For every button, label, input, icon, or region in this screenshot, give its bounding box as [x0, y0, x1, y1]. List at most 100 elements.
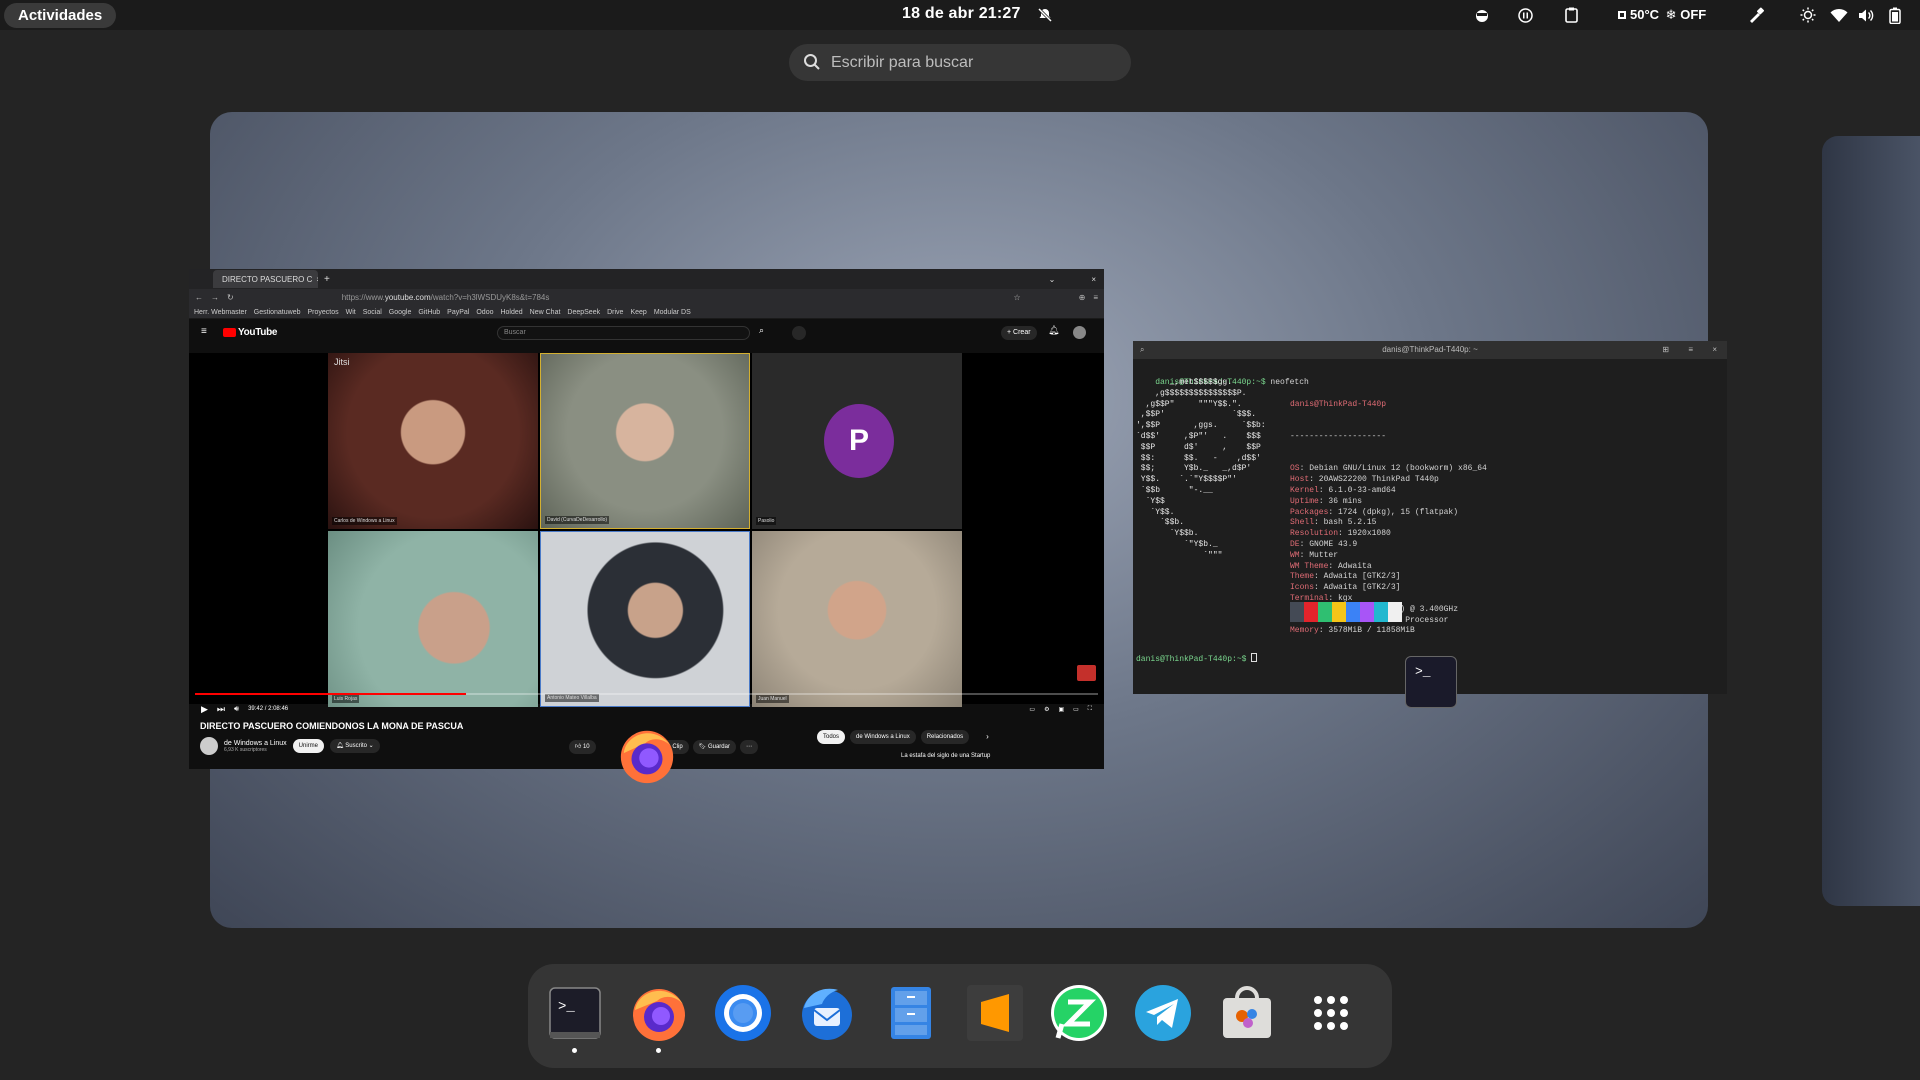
video-player[interactable]: Jitsi Carlos de Windows a Linux David (C…: [189, 353, 1104, 707]
menu-icon[interactable]: ≡: [1093, 293, 1098, 302]
activities-button[interactable]: Actividades: [4, 3, 117, 28]
next-icon[interactable]: ⏭: [217, 704, 225, 715]
show-apps-grid-icon[interactable]: [1298, 980, 1364, 1046]
related-video-title[interactable]: La estafa del siglo de una Startup: [901, 753, 990, 759]
bookmark-item[interactable]: Holded: [500, 309, 522, 316]
youtube-wordmark: YouTube: [238, 327, 278, 338]
terminal-output[interactable]: danis@ThinkPad-T440p:~$ neofetch _,met$$…: [1136, 367, 1726, 664]
volume-icon[interactable]: 🔊︎: [234, 704, 239, 714]
whatsapp-app-icon[interactable]: [1046, 980, 1112, 1046]
terminal-title: danis@ThinkPad-T440p: ~: [1382, 345, 1478, 354]
temperature-indicator[interactable]: 50°C ❄ OFF: [1630, 7, 1706, 23]
new-tab-button[interactable]: +: [324, 274, 330, 285]
channel-name[interactable]: de Windows a Linux: [224, 740, 287, 747]
miniplayer-icon[interactable]: ▣: [1058, 706, 1064, 713]
next-workspace-thumbnail[interactable]: [1822, 136, 1920, 906]
neofetch-key: Resolution: [1290, 529, 1339, 539]
cpu-icon: [1616, 6, 1628, 24]
bookmark-item[interactable]: Social: [363, 309, 382, 316]
brightness-icon[interactable]: [1800, 6, 1816, 24]
notifications-icon[interactable]: 🔔︎: [1048, 325, 1059, 336]
more-actions-button[interactable]: ⋯: [739, 740, 758, 754]
close-window-button[interactable]: ×: [1091, 275, 1096, 284]
create-button[interactable]: + Crear: [1001, 326, 1037, 340]
channel-avatar[interactable]: [200, 737, 218, 755]
pause-icon[interactable]: [1518, 6, 1533, 24]
participant-name: Pasolio: [756, 517, 777, 525]
bookmark-item[interactable]: Google: [389, 309, 412, 316]
youtube-logo[interactable]: YouTube: [223, 327, 278, 338]
clock[interactable]: 18 de abr 21:27: [902, 5, 1021, 23]
bookmark-item[interactable]: Wit: [346, 309, 356, 316]
captions-icon[interactable]: ▭: [1029, 706, 1035, 713]
back-icon[interactable]: ←: [195, 293, 203, 302]
bookmark-star-icon[interactable]: ☆: [1013, 293, 1020, 302]
microphone-icon[interactable]: [792, 326, 806, 340]
bookmark-item[interactable]: Drive: [607, 309, 623, 316]
volume-icon[interactable]: [1858, 6, 1874, 24]
account-avatar[interactable]: [1073, 326, 1086, 339]
bookmark-item[interactable]: GitHub: [418, 309, 440, 316]
thunderbird-app-icon[interactable]: [794, 980, 860, 1046]
bookmark-item[interactable]: New Chat: [530, 309, 561, 316]
extensions-icon[interactable]: ⊕: [1079, 293, 1086, 302]
terminal-menu-icon[interactable]: ≡: [1688, 341, 1693, 359]
youtube-search-input[interactable]: Buscar: [497, 326, 750, 340]
bookmark-item[interactable]: Proyectos: [307, 309, 338, 316]
chip-related[interactable]: Relacionados: [920, 730, 970, 744]
firefox-window[interactable]: DIRECTO PASCUERO C × + ⌄ × ← → ↻ https:/…: [189, 269, 1104, 769]
tab-list-button[interactable]: ⌄: [1049, 275, 1056, 284]
bookmark-item[interactable]: Herr. Webmaster: [194, 309, 247, 316]
bookmark-item[interactable]: DeepSeek: [567, 309, 600, 316]
overview-search[interactable]: [789, 44, 1131, 81]
bookmark-item[interactable]: PayPal: [447, 309, 469, 316]
video-progress-bar[interactable]: [195, 693, 1098, 695]
like-button[interactable]: 👍︎ 10: [569, 740, 596, 754]
channel-row: de Windows a Linux 6,93 K suscriptores U…: [200, 737, 380, 755]
terminal-close-icon[interactable]: ×: [1712, 341, 1717, 359]
chromium-app-icon[interactable]: [710, 980, 776, 1046]
firefox-app-icon[interactable]: [626, 980, 692, 1046]
channel-watermark-icon[interactable]: [1077, 665, 1096, 681]
bookmark-item[interactable]: Modular DS: [654, 309, 691, 316]
chip-all[interactable]: Todos: [817, 730, 846, 744]
color-picker-icon[interactable]: [1748, 6, 1764, 24]
chip-channel[interactable]: de Windows a Linux: [850, 730, 916, 744]
terminal-titlebar[interactable]: ⌕ danis@ThinkPad-T440p: ~ ⊞ ≡ ×: [1133, 341, 1727, 359]
battery-icon[interactable]: [1889, 6, 1901, 24]
hamburger-menu-icon[interactable]: ≡: [201, 326, 207, 337]
sublime-text-app-icon[interactable]: [962, 980, 1028, 1046]
settings-gear-icon[interactable]: ⚙: [1044, 706, 1049, 713]
subscribed-button[interactable]: 🔔︎ Suscrito ⌄: [330, 739, 380, 753]
new-tab-icon[interactable]: ⊞: [1662, 341, 1669, 359]
neofetch-key: OS: [1290, 464, 1300, 474]
browser-tab[interactable]: DIRECTO PASCUERO C ×: [213, 270, 318, 288]
address-bar[interactable]: https://www.youtube.com/watch?v=h3lWSDUy…: [342, 293, 550, 302]
clipboard-icon[interactable]: [1565, 6, 1578, 24]
search-input[interactable]: [831, 44, 1111, 81]
chips-next-icon[interactable]: ›: [986, 730, 989, 744]
privacy-icon[interactable]: [1475, 6, 1489, 24]
software-app-icon[interactable]: [1214, 980, 1280, 1046]
save-button[interactable]: 🔖︎ Guardar: [692, 740, 736, 754]
terminal-window[interactable]: ⌕ danis@ThinkPad-T440p: ~ ⊞ ≡ × danis@Th…: [1133, 341, 1727, 694]
wifi-icon[interactable]: [1830, 6, 1848, 24]
telegram-app-icon[interactable]: [1130, 980, 1196, 1046]
bookmark-item[interactable]: Gestionatuweb: [254, 309, 301, 316]
palette-swatch: [1332, 602, 1346, 622]
terminal-search-icon[interactable]: ⌕: [1140, 341, 1144, 359]
close-tab-icon[interactable]: ×: [316, 275, 318, 284]
theater-mode-icon[interactable]: ▭: [1073, 706, 1079, 713]
forward-icon[interactable]: →: [211, 293, 219, 302]
join-button[interactable]: Unirme: [292, 739, 324, 753]
bookmark-item[interactable]: Keep: [630, 309, 646, 316]
bookmark-item[interactable]: Odoo: [476, 309, 493, 316]
youtube-search-icon[interactable]: ⌕: [759, 325, 764, 336]
tab-bar: DIRECTO PASCUERO C × + ⌄ ×: [189, 269, 1104, 289]
play-icon[interactable]: ▶: [201, 704, 208, 715]
notifications-muted-icon[interactable]: [1037, 6, 1053, 24]
files-app-icon[interactable]: [878, 980, 944, 1046]
reload-icon[interactable]: ↻: [227, 293, 234, 302]
terminal-app-icon[interactable]: >_: [542, 980, 608, 1046]
fullscreen-icon[interactable]: ⛶: [1088, 706, 1092, 713]
